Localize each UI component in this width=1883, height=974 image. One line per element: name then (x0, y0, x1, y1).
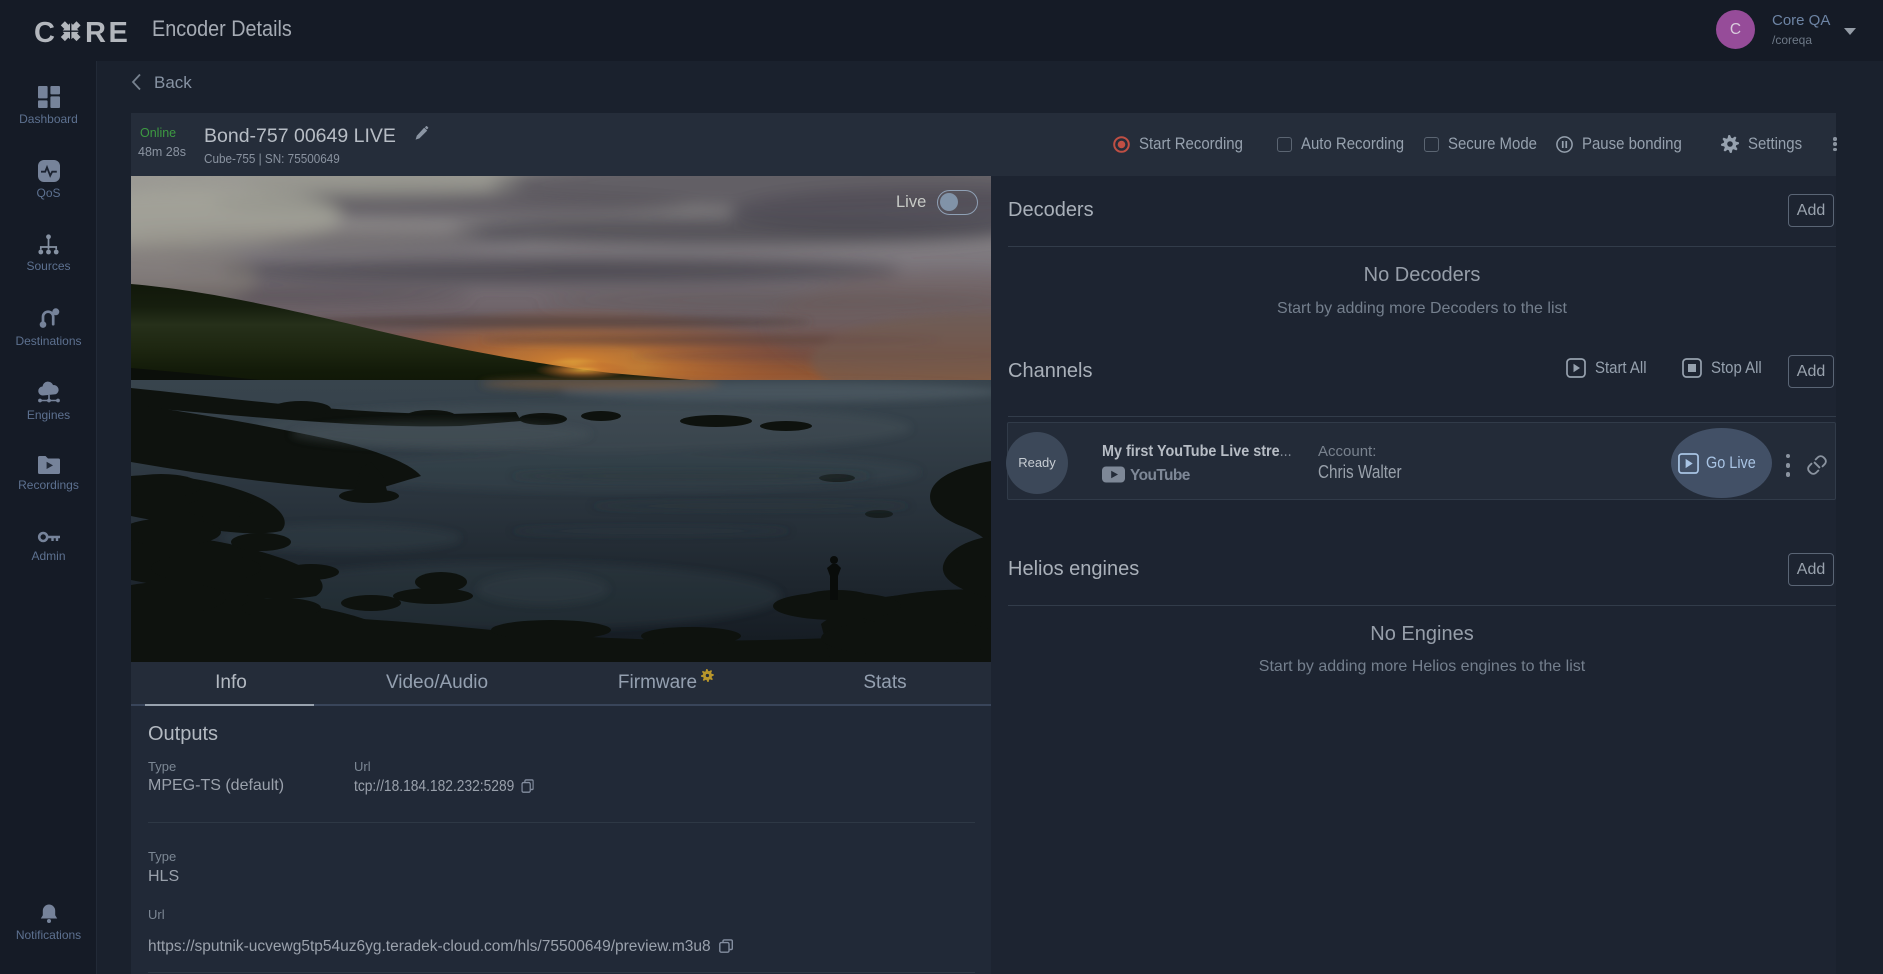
svg-text:RE: RE (85, 17, 130, 48)
svg-text:YouTube: YouTube (1130, 467, 1191, 483)
svg-text:C: C (34, 17, 55, 48)
